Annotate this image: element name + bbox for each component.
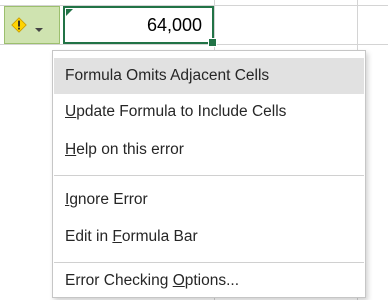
- edit-in-formula-bar-menu-item[interactable]: Edit in Formula Bar: [54, 219, 364, 255]
- menu-header-label: Formula Omits Adjacent Cells: [65, 67, 270, 84]
- warning-icon: [11, 17, 27, 33]
- error-indicator-triangle: [66, 9, 73, 16]
- spreadsheet-canvas: 64,000 Formula Omits Adjacent Cells Upda…: [0, 0, 388, 300]
- menu-item-label: Update Formula to Include Cells: [65, 103, 287, 120]
- error-options-menu: Formula Omits Adjacent Cells Update Form…: [52, 50, 366, 298]
- menu-header: Formula Omits Adjacent Cells: [54, 58, 364, 94]
- menu-item-label: Error Checking Options...: [65, 272, 240, 289]
- menu-item-label: Edit in Formula Bar: [65, 228, 198, 245]
- chevron-down-icon: [34, 21, 44, 32]
- update-formula-menu-item[interactable]: Update Formula to Include Cells: [54, 94, 364, 130]
- menu-separator: [54, 175, 364, 176]
- menu-item-label: Ignore Error: [65, 191, 148, 208]
- error-smart-tag-button[interactable]: [4, 6, 60, 44]
- cell-value: 64,000: [146, 14, 202, 35]
- menu-item-label: Help on this error: [65, 141, 184, 158]
- help-on-error-menu-item[interactable]: Help on this error: [54, 132, 364, 168]
- active-cell[interactable]: 64,000: [63, 6, 217, 47]
- fill-handle[interactable]: [208, 38, 217, 47]
- grid-line: [0, 44, 388, 45]
- ignore-error-menu-item[interactable]: Ignore Error: [54, 182, 364, 218]
- error-checking-options-menu-item[interactable]: Error Checking Options...: [54, 263, 364, 299]
